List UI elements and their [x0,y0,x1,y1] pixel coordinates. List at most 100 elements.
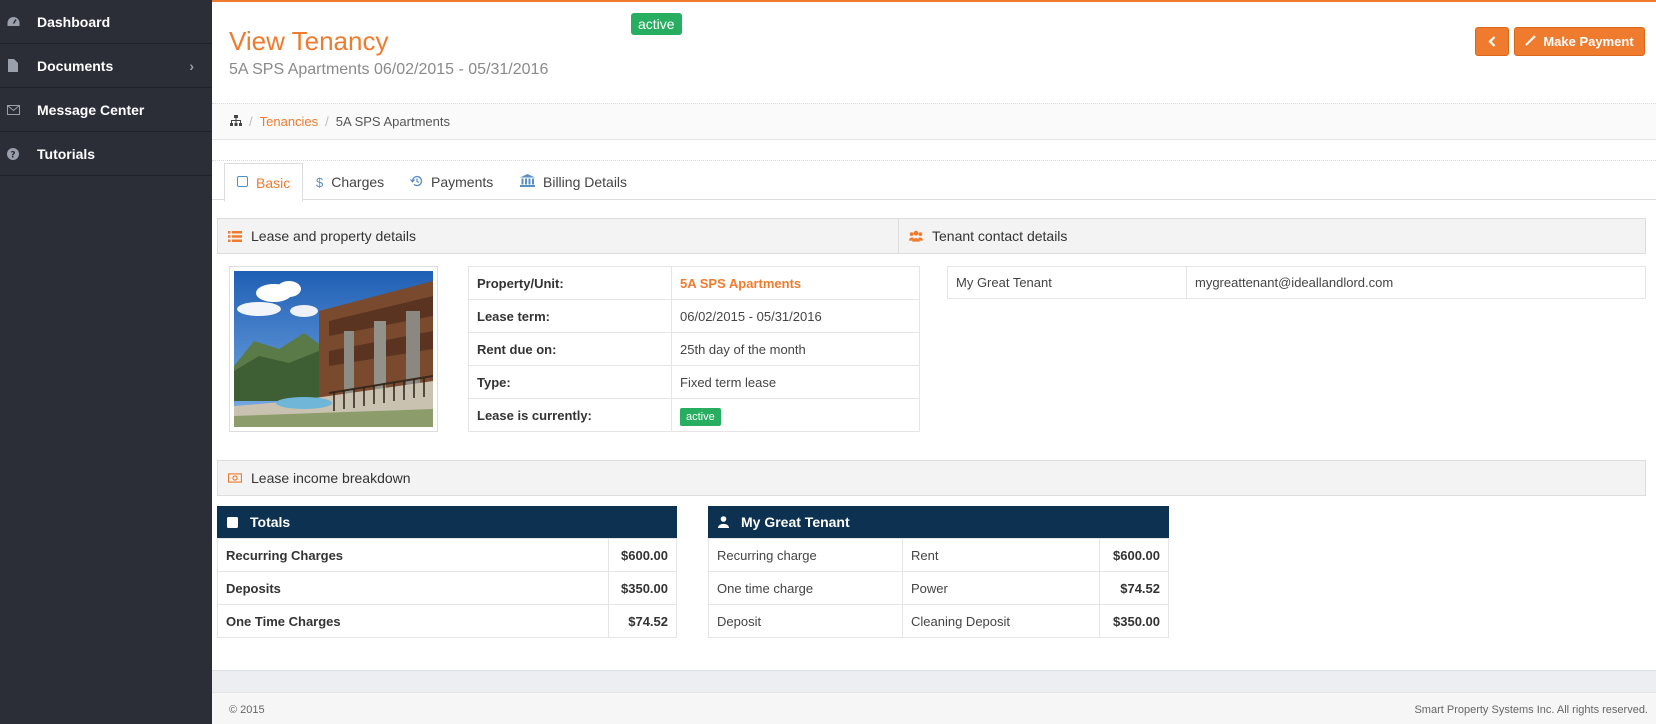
breadcrumb-separator: / [325,114,329,129]
square-icon [227,516,238,528]
tab-charges[interactable]: $ Charges [304,163,396,201]
charge-amount: $600.00 [1099,538,1169,572]
dashboard-icon [6,15,20,29]
footer-rights: Smart Property Systems Inc. All rights r… [1414,703,1648,716]
table-row: Lease is currently: active [468,398,920,432]
table-row: Type: Fixed term lease [468,365,920,399]
table-row: Lease term: 06/02/2015 - 05/31/2016 [468,299,920,333]
breadcrumb-current: 5A SPS Apartments [335,114,450,129]
back-button[interactable] [1475,27,1509,56]
tenant-income-header: My Great Tenant [708,506,1169,538]
totals-title: Totals [250,514,291,530]
tenant-email[interactable]: mygreattenant@ideallandlord.com [1186,266,1646,299]
charge-name: Rent [902,538,1100,572]
detail-value: 06/02/2015 - 05/31/2016 [671,299,920,333]
totals-table: Recurring Charges $600.00 Deposits $350.… [217,538,677,638]
tab-payments[interactable]: Payments [398,163,505,201]
charge-type: Deposit [708,604,903,638]
sidebar-item-label: Message Center [37,101,145,118]
tenant-contact-header: Tenant contact details [898,218,1646,254]
detail-value: active [671,398,920,432]
footer-divider [212,670,1656,692]
table-row: Recurring Charges $600.00 [217,538,677,572]
make-payment-label: Make Payment [1543,34,1634,49]
sidebar-item-dashboard[interactable]: Dashboard [0,0,212,44]
charge-type: Recurring charge [708,538,903,572]
sidebar: Dashboard Documents › Message Center ? T… [0,0,212,724]
sidebar-item-message-center[interactable]: Message Center [0,88,212,132]
svg-text:?: ? [10,150,15,160]
charge-amount: $74.52 [1099,571,1169,605]
table-row: Deposits $350.00 [217,571,677,605]
list-icon [228,230,242,242]
user-icon [718,516,729,528]
tenant-contact-table: My Great Tenant mygreattenant@ideallandl… [947,266,1646,299]
table-row: Deposit Cleaning Deposit $350.00 [708,604,1169,638]
tenant-name: My Great Tenant [947,266,1187,299]
dollar-icon: $ [316,174,324,190]
bank-icon [520,174,535,190]
detail-key: Rent due on: [468,332,672,366]
section-title: Lease income breakdown [251,470,411,486]
page-subtitle: 5A SPS Apartments 06/02/2015 - 05/31/201… [229,61,549,78]
sidebar-item-tutorials[interactable]: ? Tutorials [0,132,212,176]
detail-value: 25th day of the month [671,332,920,366]
envelope-icon [6,103,20,117]
detail-key: Property/Unit: [468,266,672,300]
lease-status-badge: active [680,407,721,426]
total-amount: $600.00 [608,538,677,572]
sidebar-item-label: Dashboard [37,13,111,30]
total-amount: $74.52 [608,604,677,638]
table-row: Property/Unit: 5A SPS Apartments [468,266,920,300]
tab-label: Payments [431,174,494,190]
file-icon [6,59,20,73]
total-label: Recurring Charges [217,538,609,572]
section-title: Lease and property details [251,228,416,244]
chevron-left-icon [1488,34,1496,50]
detail-value: Fixed term lease [671,365,920,399]
chevron-right-icon: › [189,57,194,74]
detail-value: 5A SPS Apartments [671,266,920,300]
charge-name: Power [902,571,1100,605]
sitemap-icon[interactable] [230,114,242,129]
tab-label: Charges [331,174,385,190]
tab-billing-details[interactable]: Billing Details [508,163,639,201]
footer-copyright: © 2015 [229,703,265,716]
sidebar-item-label: Tutorials [37,145,96,162]
money-icon [228,473,242,483]
property-unit-link[interactable]: 5A SPS Apartments [680,276,801,291]
status-badge: active [631,13,682,35]
breadcrumb-tenancies-link[interactable]: Tenancies [260,114,319,129]
charge-amount: $350.00 [1099,604,1169,638]
history-icon [410,175,423,190]
table-row: Recurring charge Rent $600.00 [708,538,1169,572]
charge-type: One time charge [708,571,903,605]
income-breakdown-header: Lease income breakdown [217,460,1646,496]
totals-header: Totals [217,506,677,538]
make-payment-button[interactable]: Make Payment [1514,27,1645,56]
square-icon [237,175,248,190]
property-photo [234,271,433,427]
table-row: My Great Tenant mygreattenant@ideallandl… [947,266,1646,299]
magic-wand-icon [1525,34,1537,49]
sidebar-item-documents[interactable]: Documents › [0,44,212,88]
question-icon: ? [6,147,20,161]
lease-details-table: Property/Unit: 5A SPS Apartments Lease t… [468,266,920,432]
tenant-income-title: My Great Tenant [741,514,850,530]
main-content: View Tenancy 5A SPS Apartments 06/02/201… [212,0,1656,724]
breadcrumb: / Tenancies / 5A SPS Apartments [212,103,1656,140]
property-photo-frame [229,266,438,432]
tab-label: Billing Details [543,174,628,190]
sidebar-item-label: Documents [37,57,114,74]
footer: © 2015 Smart Property Systems Inc. All r… [212,692,1656,724]
tab-bar: Basic $ Charges Payments Billing Details [212,160,1656,202]
total-label: One Time Charges [217,604,609,638]
page-title: View Tenancy [229,26,389,56]
tab-basic[interactable]: Basic [224,163,304,202]
breadcrumb-separator: / [249,114,253,129]
section-title: Tenant contact details [932,228,1068,244]
table-row: One time charge Power $74.52 [708,571,1169,605]
users-icon [909,230,923,242]
charge-name: Cleaning Deposit [902,604,1100,638]
total-amount: $350.00 [608,571,677,605]
